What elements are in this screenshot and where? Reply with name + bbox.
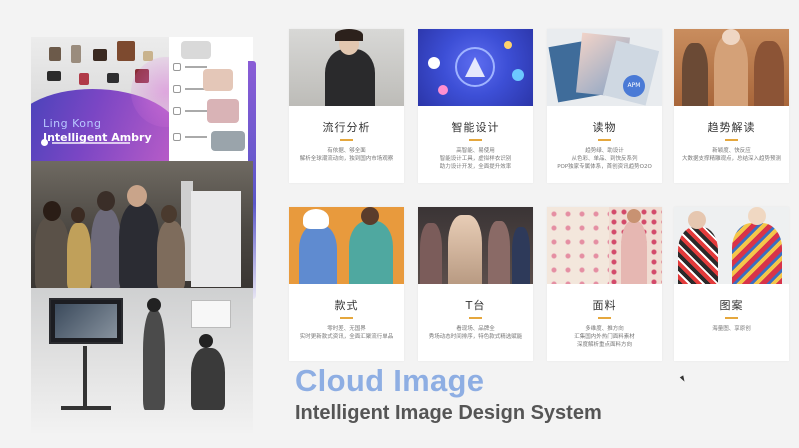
card-desc: 海量图、享原创 bbox=[712, 326, 751, 332]
menu-icon bbox=[173, 133, 181, 141]
card-desc: 零时差、无国界 实时更新款式资讯，全面汇聚流行单品 bbox=[299, 326, 394, 340]
card-trend-interpretation[interactable]: 趋势解读 新颖度、快反应 大数据支撑精雕观点，总结深入趋势预测 bbox=[674, 29, 789, 183]
trend-interpretation-image bbox=[674, 29, 789, 106]
card-fabric[interactable]: 面料 多维度、推方向 汇集国内外热门面料素材 深度解析重点面料方向 bbox=[547, 207, 662, 361]
smart-design-image bbox=[418, 29, 533, 106]
smart-wardrobe-screen-photo: Ling Kong Intelligent Ambry bbox=[31, 37, 253, 161]
card-title: 流行分析 bbox=[322, 121, 371, 134]
card-pattern[interactable]: 图案 海量图、享原创 bbox=[674, 207, 789, 361]
card-desc: 趋势绿、助设计 从色彩、单品、到快反系列 POP独家专属体系，首创资讯趋势O2O bbox=[557, 148, 652, 170]
rocket-icon bbox=[512, 69, 524, 81]
card-trend-analysis[interactable]: 流行分析 有依据、够全面 解析全球潮流动向，独到国内市场观察 bbox=[289, 29, 404, 183]
cloud-icon bbox=[428, 57, 440, 69]
card-desc: 新颖度、快反应 大数据支撑精雕观点，总结深入趋势预测 bbox=[681, 148, 781, 162]
card-styles[interactable]: 款式 零时差、无国界 实时更新款式资讯，全面汇聚流行单品 bbox=[289, 207, 404, 361]
card-desc: 看现场、品牌全 秀场动态时间排序，特色款式精选赋能 bbox=[428, 326, 523, 340]
wardrobe-menu-panel bbox=[169, 37, 253, 161]
card-title: 趋势解读 bbox=[707, 121, 756, 134]
card-desc: 多维度、推方向 汇集国内外热门面料素材 深度解析重点面料方向 bbox=[574, 326, 635, 348]
card-desc: 有依据、够全面 解析全球潮流动向，独到国内市场观察 bbox=[299, 148, 394, 162]
menu-icon bbox=[173, 85, 181, 93]
menu-icon bbox=[173, 63, 181, 71]
vr-demo-photo bbox=[31, 288, 253, 433]
apm-badge: APM bbox=[623, 75, 645, 97]
magazines-image: APM bbox=[547, 29, 662, 106]
card-smart-design[interactable]: 智能设计 高智能、易使用 智能设计工具，虚拟样衣识别 助力设计开发，全面提升效率 bbox=[418, 29, 533, 183]
card-title: T台 bbox=[465, 299, 486, 312]
card-runway[interactable]: T台 看现场、品牌全 秀场动态时间排序，特色款式精选赋能 bbox=[418, 207, 533, 361]
tag-dot-icon bbox=[41, 139, 48, 146]
brand-name-line1: Ling Kong bbox=[43, 117, 102, 130]
styles-image bbox=[289, 207, 404, 284]
card-title: 面料 bbox=[592, 299, 617, 312]
menu-icon bbox=[173, 107, 181, 115]
pattern-image bbox=[674, 207, 789, 284]
card-reading[interactable]: APM 读物 趋势绿、助设计 从色彩、单品、到快反系列 POP独家专属体系，首创… bbox=[547, 29, 662, 183]
visitors-photo bbox=[31, 161, 253, 288]
photo-collage: Ling Kong Intelligent Ambry bbox=[31, 37, 256, 433]
card-title: 读物 bbox=[592, 121, 617, 134]
product-subtitle: Intelligent Image Design System bbox=[295, 402, 602, 424]
card-title: 智能设计 bbox=[451, 121, 500, 134]
card-title: 图案 bbox=[719, 299, 744, 312]
runway-image bbox=[418, 207, 533, 284]
mouse-cursor-icon bbox=[679, 375, 687, 383]
brand-tagline bbox=[41, 139, 130, 146]
product-title: Cloud Image bbox=[295, 363, 485, 398]
card-desc: 高智能、易使用 智能设计工具，虚拟样衣识别 助力设计开发，全面提升效率 bbox=[439, 148, 512, 170]
trend-analysis-image bbox=[289, 29, 404, 106]
card-title: 款式 bbox=[334, 299, 359, 312]
fabric-image bbox=[547, 207, 662, 284]
